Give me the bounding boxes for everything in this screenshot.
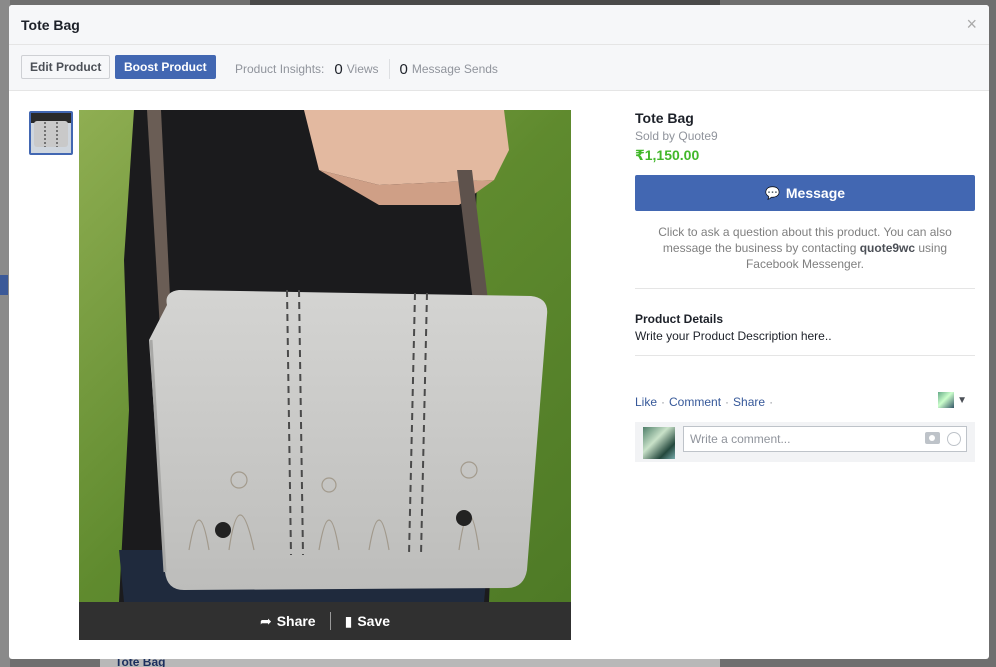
close-icon[interactable]: ×: [966, 14, 977, 34]
product-modal: Tote Bag × Edit Product Boost Product Pr…: [9, 5, 989, 659]
comment-link[interactable]: Comment: [669, 395, 721, 409]
background-logo-fragment: [0, 18, 8, 48]
insights-label: Product Insights:: [235, 62, 325, 76]
seller-name[interactable]: Sold by Quote9: [635, 129, 975, 143]
product-name: Tote Bag: [635, 110, 694, 126]
photo-share-button[interactable]: ➦ Share: [260, 613, 316, 630]
message-sends-label: Message Sends: [411, 62, 498, 76]
message-button-label: Message: [785, 185, 846, 201]
message-button[interactable]: 💬 Message: [635, 175, 975, 211]
camera-icon[interactable]: [925, 432, 940, 444]
social-actions: Like · Comment · Share · ▼: [635, 392, 975, 409]
comment-composer: Write a comment...: [635, 422, 975, 462]
product-description: Write your Product Description here..: [635, 329, 832, 343]
background-button-fragment: [0, 275, 8, 295]
separator-dot: ·: [769, 395, 774, 409]
divider: [635, 288, 975, 289]
photo-save-button[interactable]: ▮ Save: [345, 613, 390, 630]
separator-dot: ·: [725, 395, 730, 409]
bookmark-icon: ▮: [344, 612, 353, 629]
boost-product-button[interactable]: Boost Product: [115, 55, 216, 79]
chevron-down-icon: ▼: [957, 394, 967, 406]
share-arrow-icon: ➦: [259, 612, 272, 629]
product-details-panel: Tote Bag Sold by Quote9 ₹1,150.00 💬 Mess…: [635, 110, 975, 462]
views-count: 0: [334, 60, 343, 78]
photo-share-label: Share: [276, 613, 316, 629]
messenger-icon: 💬: [764, 186, 780, 200]
views-label: Views: [346, 62, 379, 76]
emoji-icon[interactable]: [947, 432, 961, 446]
avatar: [643, 427, 675, 459]
product-price: ₹1,150.00: [635, 147, 700, 163]
comment-input[interactable]: Write a comment...: [683, 426, 967, 452]
product-insights: Product Insights: 0 Views 0 Message Send…: [235, 59, 498, 79]
photo-action-bar: ➦ Share ▮ Save: [79, 602, 571, 640]
product-details-heading: Product Details: [635, 312, 724, 326]
photo-bar-divider: [329, 612, 331, 630]
product-toolbar: Edit Product Boost Product Product Insig…: [9, 45, 989, 91]
product-photo: ➦ Share ▮ Save: [79, 110, 571, 640]
comment-placeholder: Write a comment...: [690, 432, 791, 446]
insights-divider: [388, 59, 390, 79]
message-help-text: Click to ask a question about this produ…: [635, 224, 975, 272]
edit-product-button[interactable]: Edit Product: [21, 55, 111, 79]
message-sends-count: 0: [399, 60, 408, 78]
separator-dot: ·: [661, 395, 666, 409]
modal-title: Tote Bag: [21, 17, 80, 33]
product-thumbnail[interactable]: [29, 111, 73, 155]
post-as-selector[interactable]: ▼: [938, 392, 967, 408]
business-handle: quote9wc: [859, 241, 916, 255]
tote-bag-image: [79, 110, 571, 602]
divider: [635, 355, 975, 356]
modal-header: Tote Bag ×: [9, 5, 989, 45]
like-link[interactable]: Like: [635, 395, 657, 409]
share-link[interactable]: Share: [733, 395, 765, 409]
avatar: [938, 392, 955, 408]
photo-save-label: Save: [357, 613, 391, 629]
